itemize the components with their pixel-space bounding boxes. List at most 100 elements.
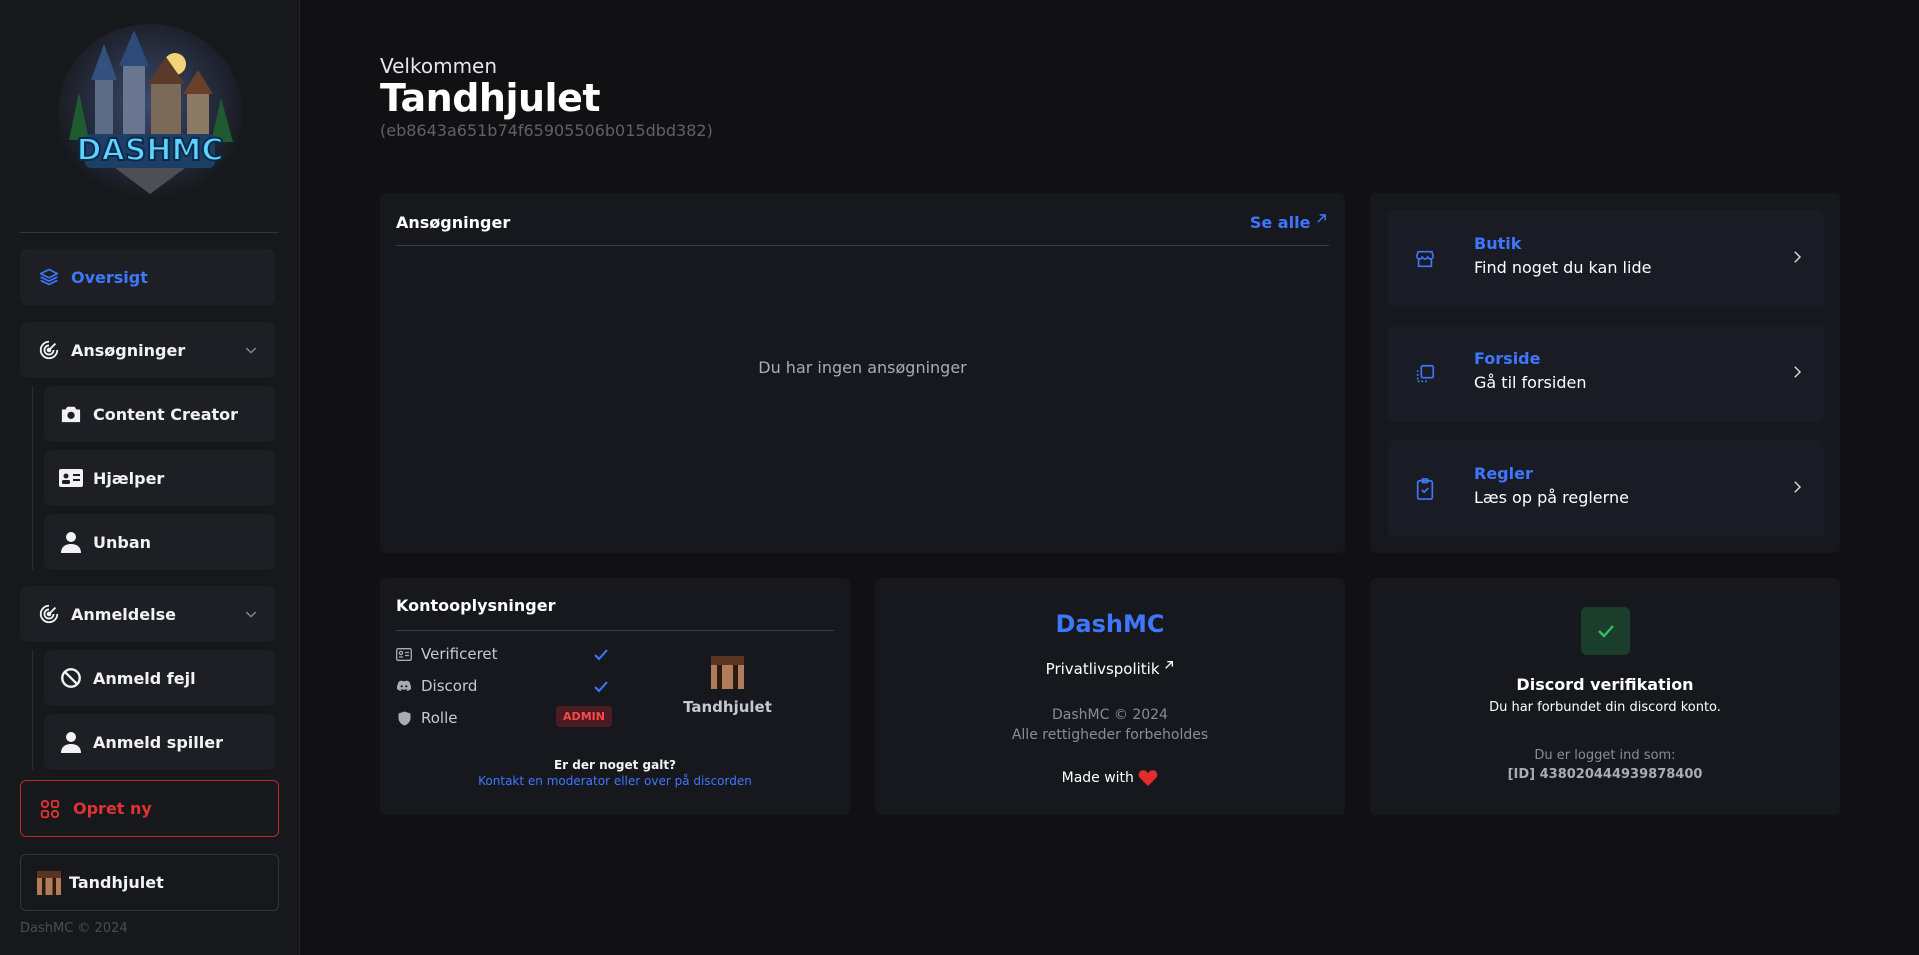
user-menu-button[interactable]: Tandhjulet <box>20 854 279 911</box>
radar-icon <box>36 337 62 363</box>
sidebar-item-label: Hjælper <box>93 468 165 488</box>
store-icon <box>1410 244 1440 274</box>
applications-card: Ansøgninger Se alle Du har ingen ansøgni… <box>380 193 1345 553</box>
chevron-right-icon <box>1794 251 1802 263</box>
submenu-line <box>32 386 33 570</box>
sidebar: DASHMC Oversigt Ansøgninger Content Crea… <box>0 0 300 955</box>
ban-icon <box>58 665 84 691</box>
dashmc-logo[interactable]: DASHMC <box>55 22 245 202</box>
sidebar-item-label: Content Creator <box>93 404 239 424</box>
sidebar-item-applications[interactable]: Ansøgninger <box>20 322 275 378</box>
verified-badge <box>1581 607 1630 655</box>
create-new-button[interactable]: Opret ny <box>20 780 279 837</box>
quick-link-subtitle: Læs op på reglerne <box>1474 488 1629 507</box>
check-icon <box>594 681 608 693</box>
privacy-policy-label: Privatlivspolitik <box>1045 660 1160 678</box>
see-all-label: Se alle <box>1249 213 1311 232</box>
quick-links-card: Butik Find noget du kan lide Forside Gå … <box>1370 193 1840 553</box>
brand-rights: Alle rettigheder forbeholdes <box>1011 727 1209 743</box>
brand-name: DashMC <box>1055 610 1165 638</box>
quick-link-subtitle: Find noget du kan lide <box>1474 258 1652 277</box>
welcome-text: Velkommen <box>380 54 498 78</box>
chevron-right-icon <box>1794 366 1802 378</box>
sidebar-item-overview[interactable]: Oversigt <box>20 249 275 305</box>
role-badge: ADMIN <box>556 706 612 727</box>
applications-title: Ansøgninger <box>396 213 511 232</box>
quick-link-title: Butik <box>1474 234 1522 253</box>
discord-verification-title: Discord verifikation <box>1516 675 1694 694</box>
contact-moderator-link[interactable]: Kontakt en moderator eller over på disco… <box>380 774 850 788</box>
heart-icon <box>1139 770 1158 786</box>
discord-verification-card: Discord verifikation Du har forbundet di… <box>1370 578 1840 815</box>
sidebar-item-label: Anmeld fejl <box>93 668 196 688</box>
help-question: Er der noget galt? <box>553 758 677 772</box>
apps-icon <box>39 798 61 820</box>
sidebar-item-report-bug[interactable]: Anmeld fejl <box>44 650 275 706</box>
verified-label: Verificeret <box>421 645 498 663</box>
logo-text: DASHMC <box>77 133 224 168</box>
layers-icon <box>36 264 62 290</box>
external-link-icon <box>1317 214 1326 223</box>
brand-copyright: DashMC © 2024 <box>1052 707 1168 723</box>
user-icon <box>58 529 84 555</box>
made-with-label: Made with <box>1061 770 1134 786</box>
quick-link-shop[interactable]: Butik Find noget du kan lide <box>1388 210 1824 307</box>
brand-card: DashMC Privatlivspolitik DashMC © 2024 A… <box>875 578 1345 815</box>
sidebar-item-label: Oversigt <box>71 267 148 287</box>
privacy-policy-link[interactable]: Privatlivspolitik <box>875 660 1345 678</box>
sidebar-item-label: Anmeldelse <box>71 604 176 624</box>
external-link-icon <box>1165 661 1174 669</box>
card-divider <box>396 630 834 631</box>
page-title: Tandhjulet <box>380 76 601 120</box>
sidebar-item-unban[interactable]: Unban <box>44 514 275 570</box>
copy-icon <box>1410 359 1440 389</box>
sidebar-item-label: Unban <box>93 532 152 552</box>
radar-icon <box>36 601 62 627</box>
discord-verification-subtitle: Du har forbundet din discord konto. <box>1489 700 1721 715</box>
discord-label: Discord <box>421 677 478 695</box>
chevron-down-icon <box>245 611 257 618</box>
sidebar-divider <box>20 232 279 233</box>
account-username: Tandhjulet <box>683 698 772 716</box>
discord-row: Discord <box>396 677 477 695</box>
account-title: Kontooplysninger <box>396 596 556 615</box>
user-menu-label: Tandhjulet <box>69 873 164 892</box>
chevron-right-icon <box>1794 481 1802 493</box>
quick-link-rules[interactable]: Regler Læs op på reglerne <box>1388 440 1824 537</box>
card-divider <box>396 245 1329 246</box>
empty-state: Du har ingen ansøgninger <box>758 358 967 377</box>
check-icon <box>594 649 608 661</box>
account-card: Kontooplysninger Verificeret Discord Rol… <box>380 578 850 815</box>
role-label: Rolle <box>421 709 458 727</box>
quick-link-title: Forside <box>1474 349 1541 368</box>
sidebar-item-report-player[interactable]: Anmeld spiller <box>44 714 275 770</box>
submenu-line <box>32 650 33 770</box>
see-all-link[interactable]: Se alle <box>1250 213 1327 232</box>
sidebar-item-helper[interactable]: Hjælper <box>44 450 275 506</box>
clipboard-check-icon <box>1410 474 1440 504</box>
sidebar-footer: DashMC © 2024 <box>20 921 128 936</box>
user-icon <box>58 729 84 755</box>
sidebar-item-reports[interactable]: Anmeldelse <box>20 586 275 642</box>
sidebar-item-label: Anmeld spiller <box>93 732 223 752</box>
sidebar-item-label: Ansøgninger <box>71 340 186 360</box>
quick-link-frontpage[interactable]: Forside Gå til forsiden <box>1388 325 1824 422</box>
logged-in-as-label: Du er logget ind som: <box>1534 748 1676 763</box>
verified-row: Verificeret <box>396 645 498 663</box>
quick-link-title: Regler <box>1474 464 1533 483</box>
quick-link-subtitle: Gå til forsiden <box>1474 373 1587 392</box>
create-new-label: Opret ny <box>73 799 152 818</box>
user-uuid: (eb8643a651b74f65905506b015dbd382) <box>380 121 713 140</box>
id-card-icon <box>58 465 84 491</box>
discord-id: [ID] 438020444939878400 <box>1507 767 1703 782</box>
role-row: Rolle <box>396 709 458 727</box>
sidebar-item-content-creator[interactable]: Content Creator <box>44 386 275 442</box>
check-icon <box>1597 625 1614 638</box>
shield-icon <box>396 710 412 726</box>
made-with: Made with <box>875 769 1345 787</box>
avatar <box>711 656 744 689</box>
chevron-down-icon <box>245 347 257 354</box>
discord-icon <box>396 678 412 694</box>
id-card-icon <box>396 646 412 662</box>
camera-icon <box>58 401 84 427</box>
